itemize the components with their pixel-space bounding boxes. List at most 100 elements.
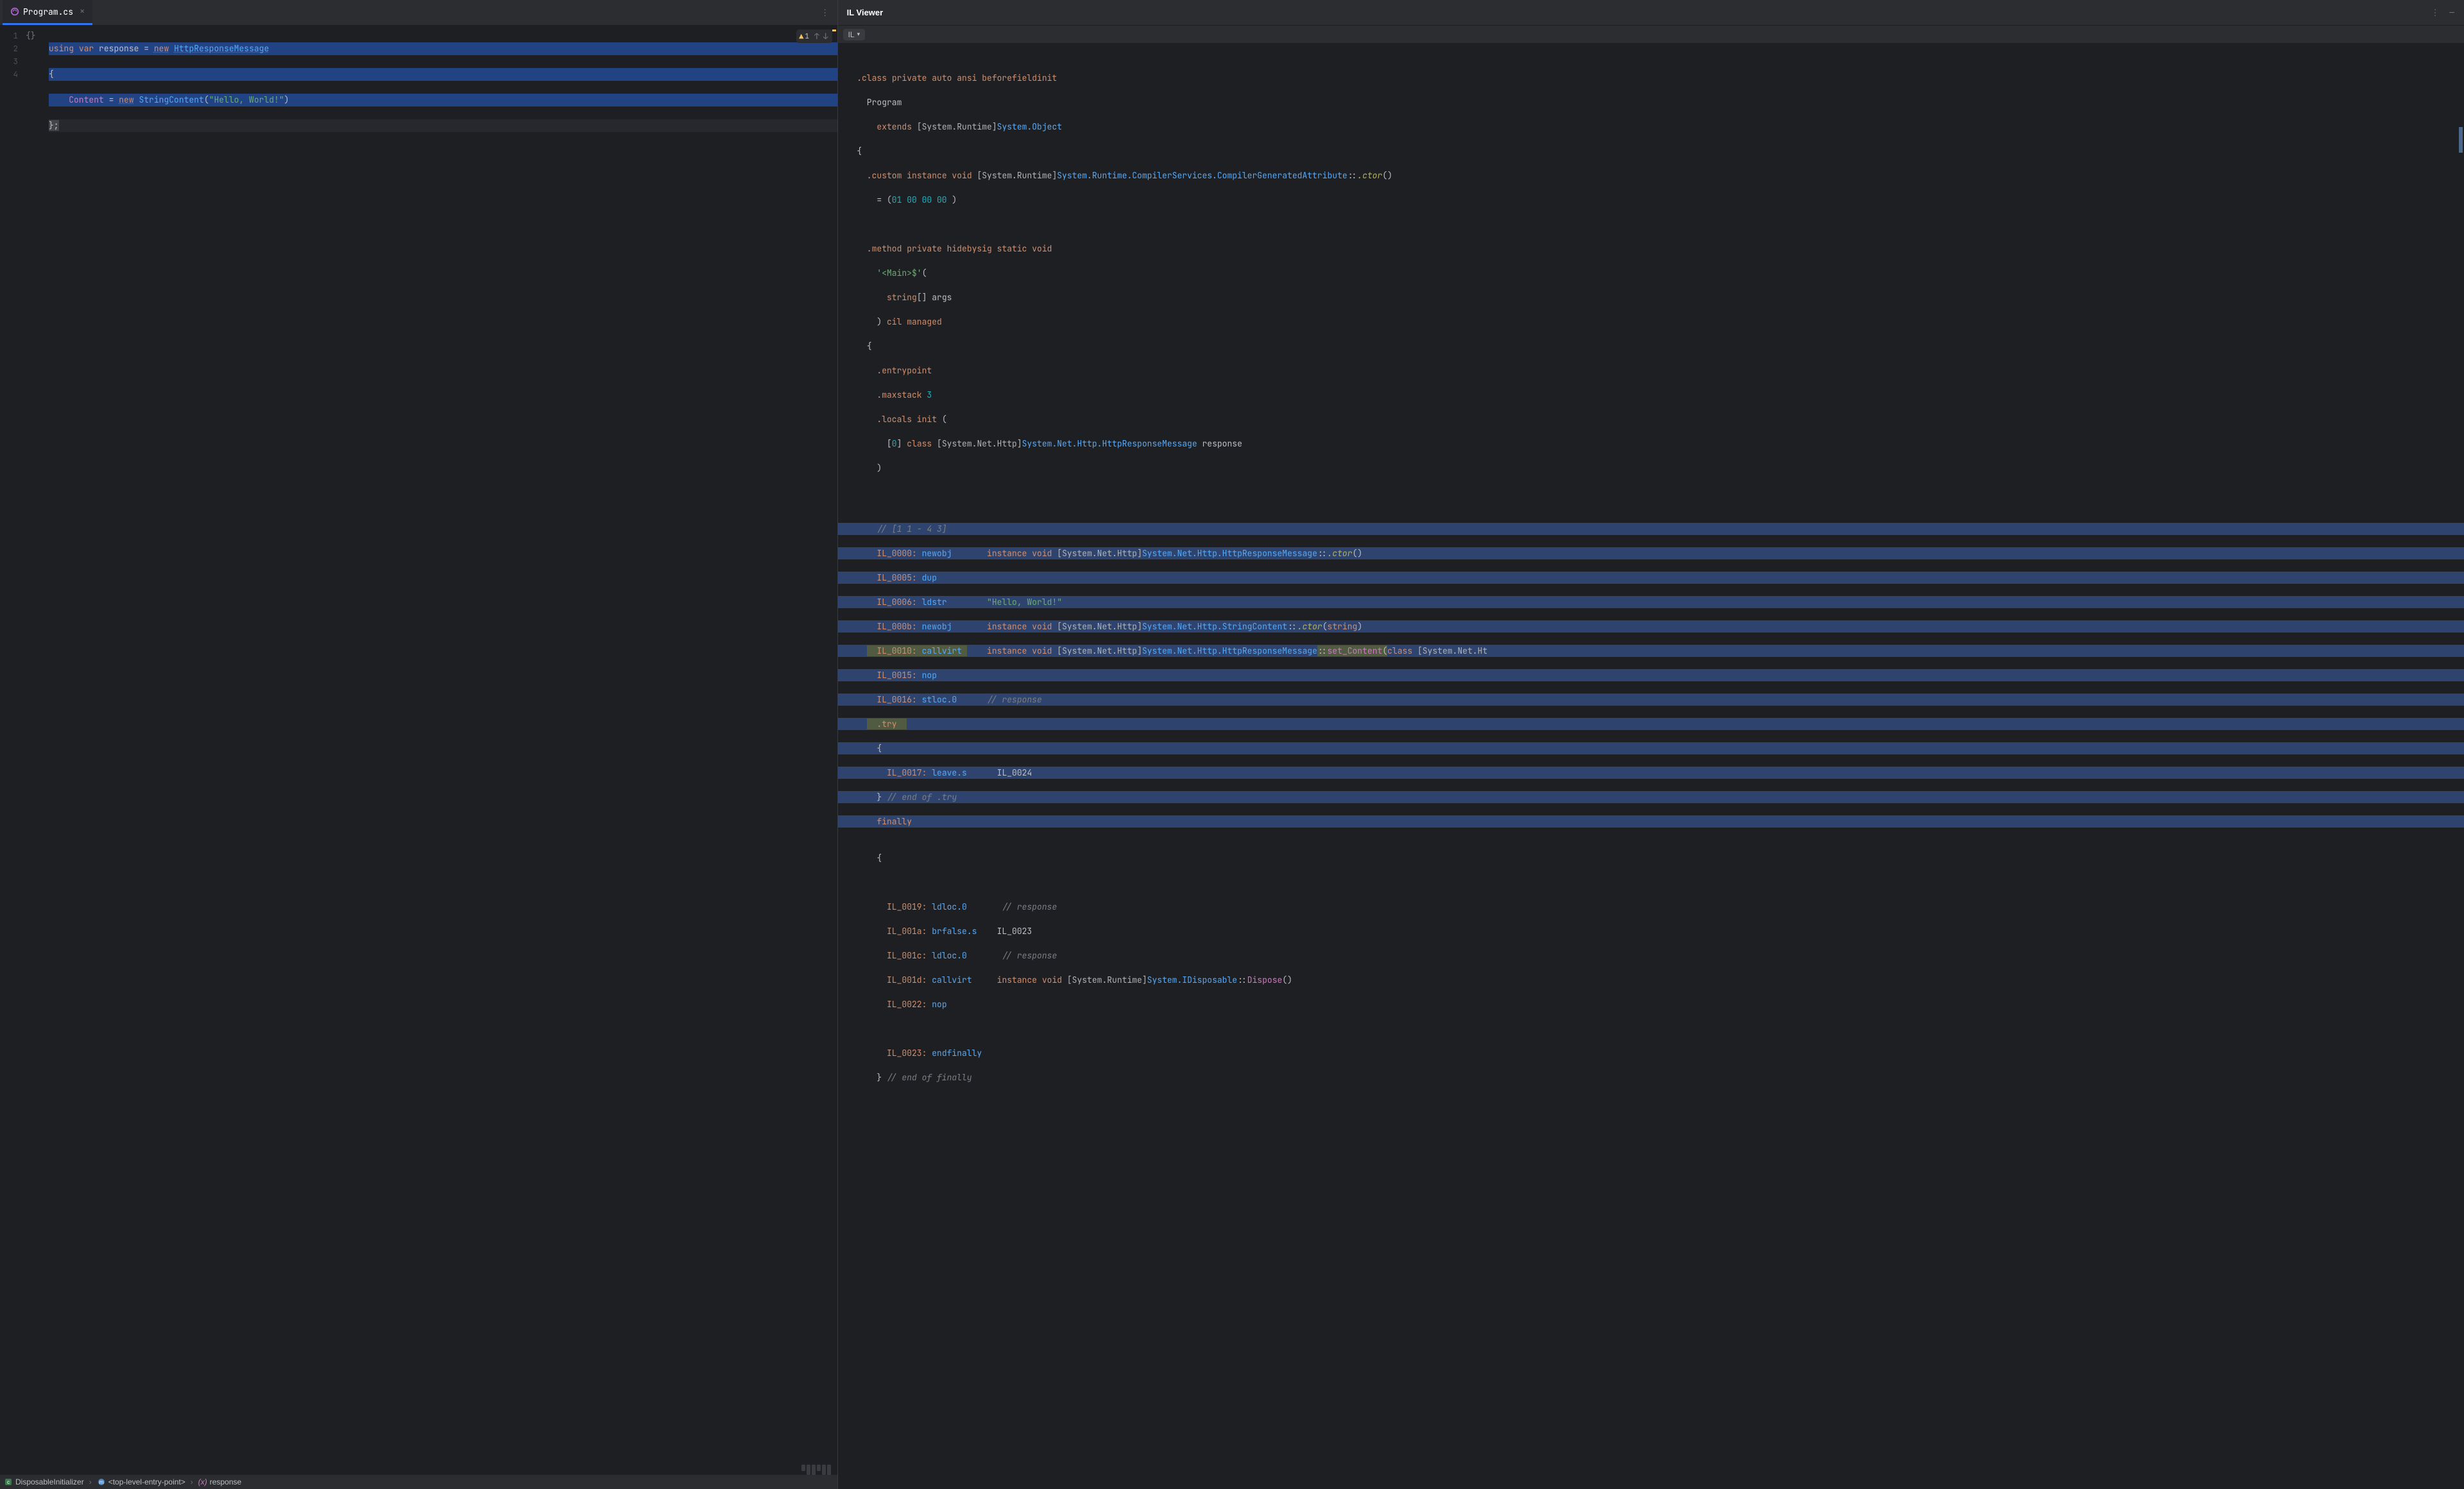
- breadcrumb-label: response: [210, 1477, 241, 1486]
- il-line: ) cil managed: [838, 316, 2464, 328]
- code-line[interactable]: };: [49, 119, 837, 132]
- il-line: IL_0015: nop: [838, 669, 2464, 681]
- tok-type: StringContent: [139, 94, 203, 105]
- tool-options-icon[interactable]: ⋮: [2428, 6, 2442, 20]
- inspection-widget[interactable]: ▲ 1 ↑ ↓: [796, 30, 832, 43]
- chevron-right-icon: ›: [191, 1477, 193, 1486]
- il-line: IL_0023: endfinally: [838, 1047, 2464, 1059]
- line-number: 2: [0, 42, 18, 55]
- chevron-right-icon: ›: [89, 1477, 92, 1486]
- il-line: // [1 1 - 4 3]: [838, 523, 2464, 535]
- il-line: [838, 876, 2464, 889]
- il-line: .method private hidebysig static void: [838, 242, 2464, 255]
- il-viewer-pane: IL Viewer ⋮ — IL ▾ .class private auto a…: [838, 0, 2464, 1489]
- tok-type: HttpResponseMessage: [174, 43, 269, 54]
- dropdown-label: IL: [848, 30, 855, 39]
- il-line: '<Main>$'(: [838, 267, 2464, 279]
- svg-text:c: c: [7, 1479, 10, 1485]
- il-line: {: [838, 852, 2464, 864]
- svg-text:m: m: [99, 1479, 103, 1485]
- il-line: .entrypoint: [838, 364, 2464, 377]
- tok-using: using: [49, 43, 74, 54]
- il-line: } // end of finally: [838, 1071, 2464, 1084]
- code-line[interactable]: using var response = new HttpResponseMes…: [49, 42, 837, 55]
- variable-icon: (x): [198, 1477, 207, 1486]
- warning-count: 1: [805, 32, 809, 41]
- il-line: .maxstack 3: [838, 389, 2464, 401]
- il-line: IL_0019: ldloc.0 // response: [838, 901, 2464, 913]
- il-highlight-block: // [1 1 - 4 3] IL_0000: newobj instance …: [838, 511, 2464, 840]
- tab-options-icon[interactable]: ⋮: [818, 6, 832, 20]
- code-line[interactable]: {: [49, 68, 837, 81]
- il-line: IL_001a: brfalse.s IL_0023: [838, 925, 2464, 937]
- tok-id: response: [99, 43, 139, 54]
- tok-brace: {: [49, 69, 54, 80]
- il-mode-dropdown[interactable]: IL ▾: [843, 29, 866, 40]
- cs-file-icon: [10, 7, 19, 16]
- il-line: IL_0010: callvirt instance void [System.…: [838, 645, 2464, 657]
- scrollbar-warning-mark[interactable]: [832, 30, 836, 31]
- il-line: extends [System.Runtime]System.Object: [838, 121, 2464, 133]
- il-line: [838, 486, 2464, 498]
- il-line: IL_0006: ldstr "Hello, World!": [838, 596, 2464, 608]
- app-root: Program.cs × ⋮ 1 2 3 4 {} using var resp…: [0, 0, 2464, 1489]
- close-icon[interactable]: ×: [80, 7, 85, 16]
- breadcrumb-item[interactable]: c DisposableInitializer: [4, 1477, 84, 1486]
- fold-marker[interactable]: {}: [26, 30, 46, 42]
- tool-window-header: IL Viewer ⋮ —: [838, 0, 2464, 26]
- il-line: finally: [838, 815, 2464, 828]
- next-highlight-icon[interactable]: ↓: [822, 31, 830, 42]
- il-line: IL_0005: dup: [838, 572, 2464, 584]
- method-icon: m: [97, 1477, 106, 1486]
- il-line: string[] args: [838, 291, 2464, 303]
- fold-gutter: {}: [23, 26, 49, 1489]
- il-line: IL_001d: callvirt instance void [System.…: [838, 974, 2464, 986]
- prev-highlight-icon[interactable]: ↑: [813, 31, 821, 42]
- tab-label: Program.cs: [23, 6, 73, 17]
- breadcrumb-bar: c DisposableInitializer › m <top-level-e…: [0, 1475, 837, 1489]
- il-line: IL_000b: newobj instance void [System.Ne…: [838, 620, 2464, 633]
- tok-brace: };: [49, 120, 59, 131]
- il-line: .custom instance void [System.Runtime]Sy…: [838, 169, 2464, 182]
- editor-tabbar: Program.cs × ⋮: [0, 0, 837, 26]
- line-number: 3: [0, 55, 18, 68]
- il-line: .locals init (: [838, 413, 2464, 425]
- line-number-gutter: 1 2 3 4: [0, 26, 23, 1489]
- il-line: {: [838, 145, 2464, 157]
- line-number: 4: [0, 68, 18, 81]
- tok-string: "Hello, World!": [209, 94, 284, 105]
- tool-window-title: IL Viewer: [841, 8, 884, 17]
- il-line: [838, 218, 2464, 230]
- il-line: IL_0000: newobj instance void [System.Ne…: [838, 547, 2464, 559]
- code-line[interactable]: Content = new StringContent("Hello, Worl…: [49, 94, 837, 106]
- il-line: IL_0022: nop: [838, 998, 2464, 1010]
- il-line: IL_0017: leave.s IL_0024: [838, 767, 2464, 779]
- tok-new: new: [119, 94, 133, 105]
- warning-icon: ▲: [799, 31, 803, 42]
- breadcrumb-label: <top-level-entry-point>: [108, 1477, 185, 1486]
- chevron-down-icon: ▾: [857, 31, 860, 38]
- il-line: ): [838, 462, 2464, 474]
- il-line: {: [838, 340, 2464, 352]
- il-line: {: [838, 742, 2464, 754]
- breadcrumb-item[interactable]: (x) response: [198, 1477, 241, 1486]
- code-editor[interactable]: 1 2 3 4 {} using var response = new Http…: [0, 26, 837, 1489]
- tok-var: var: [79, 43, 94, 54]
- il-line: [838, 1023, 2464, 1035]
- il-line: .class private auto ansi beforefieldinit: [838, 72, 2464, 84]
- breadcrumb-item[interactable]: m <top-level-entry-point>: [97, 1477, 185, 1486]
- breadcrumb-label: DisposableInitializer: [15, 1477, 84, 1486]
- il-line: IL_0016: stloc.0 // response: [838, 693, 2464, 706]
- tab-program-cs[interactable]: Program.cs ×: [3, 0, 92, 25]
- il-code[interactable]: .class private auto ansi beforefieldinit…: [838, 44, 2464, 1489]
- minimize-icon[interactable]: —: [2445, 6, 2459, 20]
- scrollbar-highlight-mark[interactable]: [2459, 127, 2463, 153]
- il-line: [0] class [System.Net.Http]System.Net.Ht…: [838, 438, 2464, 450]
- code-content[interactable]: using var response = new HttpResponseMes…: [49, 26, 837, 1489]
- tok-prop: Content: [69, 94, 104, 105]
- il-line: } // end of .try: [838, 791, 2464, 803]
- il-line: .try: [838, 718, 2464, 730]
- il-line: = (01 00 00 00 ): [838, 194, 2464, 206]
- class-icon: c: [4, 1477, 13, 1486]
- line-number: 1: [0, 30, 18, 42]
